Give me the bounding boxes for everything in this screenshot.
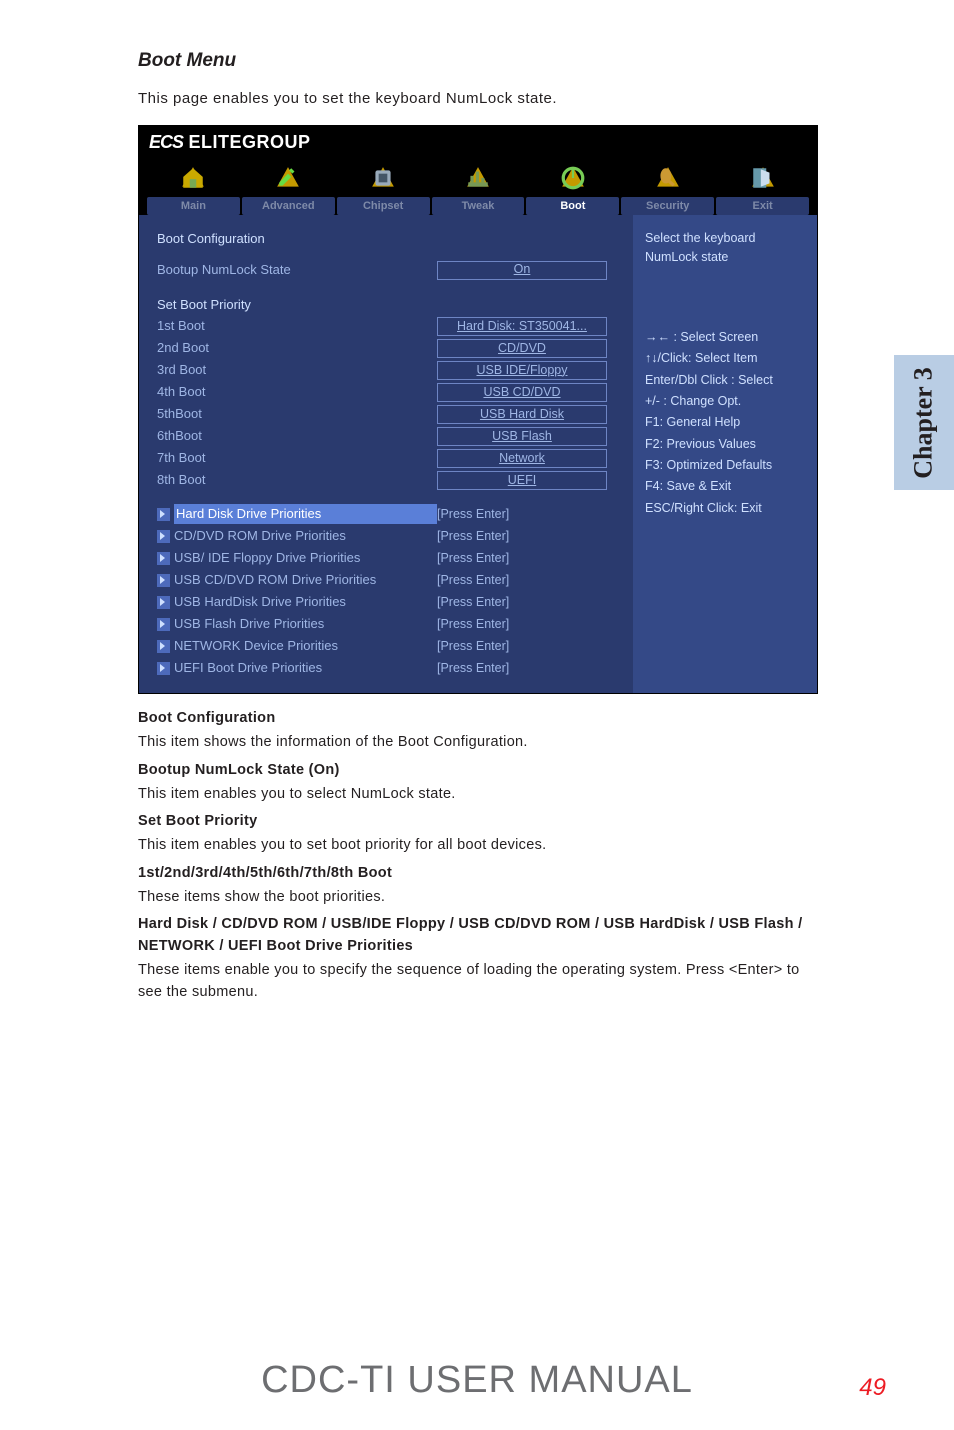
tab-tweak-label: Tweak [432,197,525,215]
p-numlock: This item enables you to select NumLock … [138,784,823,806]
tab-exit[interactable]: Exit [716,161,809,215]
boot-8-value[interactable]: UEFI [437,471,607,490]
tab-exit-label: Exit [716,197,809,215]
bios-tabs: Main Advanced Chipset Tweak [139,155,817,215]
boot-8[interactable]: 8th BootUEFI [157,469,617,491]
boot-3[interactable]: 3rd BootUSB IDE/Floppy [157,359,617,381]
numlock-row[interactable]: Bootup NumLock State On [157,259,617,281]
chevron-right-icon [157,552,170,565]
context-help-1: Select the keyboard [645,229,805,248]
p-boot-config: This item shows the information of the B… [138,732,823,754]
below-bios-text: Boot Configuration This item shows the i… [138,708,823,1003]
boot-6-value[interactable]: USB Flash [437,427,607,446]
boot-1-value[interactable]: Hard Disk: ST350041... [437,317,607,336]
tab-tweak[interactable]: Tweak [432,161,525,215]
boot-1[interactable]: 1st BootHard Disk: ST350041... [157,315,617,337]
section-title: Boot Menu [138,50,823,72]
tab-main-label: Main [147,197,240,215]
key-help: →← : Select Screen ↑↓/Click: Select Item… [645,328,805,518]
tab-boot[interactable]: Boot [526,161,619,215]
sub-usb-cddvd[interactable]: USB CD/DVD ROM Drive Priorities[Press En… [157,569,617,591]
sub-uefi[interactable]: UEFI Boot Drive Priorities[Press Enter] [157,657,617,679]
p-drive-priorities: These items enable you to specify the se… [138,960,823,1004]
sub-usb-flash[interactable]: USB Flash Drive Priorities[Press Enter] [157,613,617,635]
tab-chipset-label: Chipset [337,197,430,215]
bios-brand-bar: ECS ELITEGROUP [139,126,817,155]
section-intro: This page enables you to set the keyboar… [138,90,823,107]
bios-left-pane: Boot Configuration Bootup NumLock State … [139,215,633,693]
numlock-label: Bootup NumLock State [157,260,437,280]
tab-advanced-label: Advanced [242,197,335,215]
tab-security-label: Security [621,197,714,215]
boot-5[interactable]: 5thBootUSB Hard Disk [157,403,617,425]
chevron-right-icon [157,662,170,675]
sub-network[interactable]: NETWORK Device Priorities[Press Enter] [157,635,617,657]
tab-main[interactable]: Main [147,161,240,215]
boot-3-value[interactable]: USB IDE/Floppy [437,361,607,380]
boot-2[interactable]: 2nd BootCD/DVD [157,337,617,359]
h-set-priority: Set Boot Priority [138,811,823,833]
p-boot-order: These items show the boot priorities. [138,887,823,909]
tab-advanced[interactable]: Advanced [242,161,335,215]
boot-4[interactable]: 4th BootUSB CD/DVD [157,381,617,403]
chevron-right-icon [157,530,170,543]
p-set-priority: This item enables you to set boot priori… [138,835,823,857]
h-numlock: Bootup NumLock State (On) [138,760,823,782]
chevron-right-icon [157,508,170,521]
set-boot-priority-heading: Set Boot Priority [157,295,617,315]
sub-usb-hdd[interactable]: USB HardDisk Drive Priorities[Press Ente… [157,591,617,613]
boot-7[interactable]: 7th BootNetwork [157,447,617,469]
chevron-right-icon [157,640,170,653]
h-boot-config: Boot Configuration [138,708,823,730]
chevron-right-icon [157,618,170,631]
sub-cddvd[interactable]: CD/DVD ROM Drive Priorities[Press Enter] [157,525,617,547]
h-drive-priorities: Hard Disk / CD/DVD ROM / USB/IDE Floppy … [138,914,823,958]
footer-title: CDC-TI USER MANUAL [0,1359,954,1402]
bios-brand: ECS ELITEGROUP [149,132,311,153]
footer: CDC-TI USER MANUAL [0,1359,954,1402]
page-number: 49 [859,1374,886,1402]
boot-config-heading: Boot Configuration [157,229,617,249]
sub-usb-floppy[interactable]: USB/ IDE Floppy Drive Priorities[Press E… [157,547,617,569]
h-boot-order: 1st/2nd/3rd/4th/5th/6th/7th/8th Boot [138,863,823,885]
tab-security[interactable]: Security [621,161,714,215]
bios-body: Boot Configuration Bootup NumLock State … [139,215,817,693]
boot-4-value[interactable]: USB CD/DVD [437,383,607,402]
boot-6[interactable]: 6thBootUSB Flash [157,425,617,447]
chapter-tab: Chapter 3 [894,355,954,490]
bios-screenshot: ECS ELITEGROUP Main Advanced Chipset [138,125,818,694]
boot-5-value[interactable]: USB Hard Disk [437,405,607,424]
tab-chipset[interactable]: Chipset [337,161,430,215]
boot-7-value[interactable]: Network [437,449,607,468]
tab-boot-label: Boot [526,197,619,215]
chevron-right-icon [157,574,170,587]
numlock-value[interactable]: On [437,261,607,280]
context-help-2: NumLock state [645,248,805,267]
boot-2-value[interactable]: CD/DVD [437,339,607,358]
chevron-right-icon [157,596,170,609]
chapter-tab-text: Chapter 3 [909,367,939,478]
bios-help-pane: Select the keyboard NumLock state →← : S… [633,215,817,693]
sub-hdd[interactable]: Hard Disk Drive Priorities[Press Enter] [157,503,617,525]
